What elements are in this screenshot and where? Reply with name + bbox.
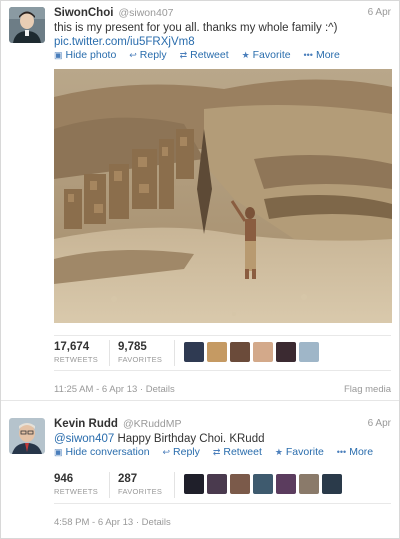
flag-media-link[interactable]: Flag media [344, 384, 391, 395]
retweet-icon: ⇄ [179, 50, 188, 60]
avatar[interactable] [253, 474, 273, 494]
reply-button[interactable]: ↩ Reply [162, 446, 199, 458]
retweets-count: 946 [54, 473, 74, 485]
hide-photo-label: Hide photo [65, 49, 117, 61]
avatar[interactable] [230, 474, 250, 494]
hide-conversation-label: Hide conversation [65, 446, 150, 458]
ellipsis-icon: ••• [303, 50, 313, 60]
author-name[interactable]: SiwonChoi [54, 7, 113, 19]
avatar[interactable] [276, 474, 296, 494]
avatar[interactable] [184, 474, 204, 494]
tweet-date[interactable]: 6 Apr [368, 7, 391, 18]
reply-arrow-icon: ↩ [162, 447, 171, 457]
retweets-stat[interactable]: 17,674 RETWEETS [54, 341, 98, 364]
details-link[interactable]: Details [142, 517, 171, 528]
retweets-count: 17,674 [54, 341, 90, 353]
tweet-kevinrudd[interactable]: Kevin Rudd @KRuddMP 6 Apr @siwon407 Happ… [1, 406, 399, 538]
retweet-label: Retweet [190, 49, 229, 61]
retweets-label: RETWEETS [54, 355, 99, 364]
retweet-button[interactable]: ⇄ Retweet [180, 49, 229, 61]
tweet-header: Kevin Rudd @KRuddMP 6 Apr [54, 418, 391, 432]
tweet-actions: ▣ Hide conversation ↩ Reply ⇄ Retweet ★ Favo… [54, 446, 391, 459]
tweet-text: this is my present for you all. thanks m… [54, 21, 391, 49]
retweets-label: RETWEETS [54, 487, 99, 496]
author-handle[interactable]: @siwon407 [118, 7, 173, 19]
avatar[interactable] [184, 342, 204, 362]
tweet-stats: 946 RETWEETS 287 FAVORITES [54, 468, 391, 504]
favorite-button[interactable]: ★ Favorite [242, 49, 291, 61]
tweet-body: this is my present for you all. thanks m… [54, 22, 338, 34]
star-icon: ★ [274, 447, 283, 457]
stat-divider [174, 340, 175, 366]
favorites-count: 287 [118, 473, 138, 485]
tweet-body: Happy Birthday Choi. KRudd [114, 433, 265, 445]
avatar[interactable] [276, 342, 296, 362]
more-label: More [315, 49, 340, 61]
stat-divider [109, 340, 110, 366]
conversation-icon: ▣ [54, 447, 63, 457]
avatar[interactable] [299, 474, 319, 494]
retweet-label: Retweet [223, 446, 262, 458]
reply-label: Reply [139, 49, 167, 61]
retweet-icon: ⇄ [212, 447, 221, 457]
tweet-siwonchoi[interactable]: SiwonChoi @siwon407 6 Apr this is my pre… [1, 1, 399, 401]
hide-photo-button[interactable]: ▣ Hide photo [54, 49, 116, 61]
avatar[interactable] [299, 342, 319, 362]
tweet-header: SiwonChoi @siwon407 6 Apr [54, 7, 391, 21]
reply-arrow-icon: ↩ [129, 50, 137, 60]
author-handle[interactable]: @KRuddMP [123, 418, 182, 430]
reply-button[interactable]: ↩ Reply [129, 49, 166, 61]
mention-link[interactable]: @siwon407 [54, 433, 114, 445]
favorites-label: FAVORITES [118, 355, 163, 364]
more-label: More [349, 446, 374, 458]
stat-divider [174, 472, 175, 498]
retweets-stat[interactable]: 946 RETWEETS [54, 473, 98, 496]
avatar[interactable] [207, 342, 227, 362]
details-link[interactable]: Details [146, 384, 175, 395]
tweet-text: @siwon407 Happy Birthday Choi. KRudd [54, 432, 391, 446]
favorite-button[interactable]: ★ Favorite [275, 446, 324, 458]
reply-label: Reply [173, 446, 200, 458]
tweet-footer: 4:58 PM - 6 Apr 13 · Details [54, 517, 171, 528]
stat-divider [109, 472, 110, 498]
favorites-stat[interactable]: 9,785 FAVORITES [118, 341, 162, 364]
favorites-label: FAVORITES [118, 487, 163, 496]
avatar[interactable] [230, 342, 250, 362]
avatar[interactable] [9, 418, 45, 454]
tweet-footer: 11:25 AM - 6 Apr 13 · Details Flag media [54, 384, 391, 395]
avatar[interactable] [9, 7, 45, 43]
tweet-stream: SiwonChoi @siwon407 6 Apr this is my pre… [0, 0, 400, 539]
avatar[interactable] [207, 474, 227, 494]
author-name[interactable]: Kevin Rudd [54, 418, 118, 430]
favorites-count: 9,785 [118, 341, 147, 353]
favorites-stat[interactable]: 287 FAVORITES [118, 473, 162, 496]
avatar[interactable] [253, 342, 273, 362]
retweet-button[interactable]: ⇄ Retweet [213, 446, 262, 458]
photo-link[interactable]: pic.twitter.com/iu5FRXjVm8 [54, 35, 391, 49]
avatar[interactable] [322, 474, 342, 494]
tweet-actions: ▣ Hide photo ↩ Reply ⇄ Retweet ★ Favorite ••… [54, 49, 391, 62]
more-button[interactable]: ••• More [304, 49, 340, 61]
more-button[interactable]: ••• More [337, 446, 373, 458]
favorite-label: Favorite [285, 446, 324, 458]
star-icon: ★ [241, 50, 250, 60]
hide-conversation-button[interactable]: ▣ Hide conversation [54, 446, 150, 458]
ellipsis-icon: ••• [336, 447, 347, 457]
image-icon: ▣ [54, 50, 63, 60]
tweet-timestamp[interactable]: 11:25 AM - 6 Apr 13 [54, 384, 137, 395]
tweet-photo[interactable] [54, 69, 392, 323]
tweet-stats: 17,674 RETWEETS 9,785 FAVORITES [54, 335, 391, 371]
tweet-date[interactable]: 6 Apr [368, 418, 391, 429]
tweet-timestamp[interactable]: 4:58 PM - 6 Apr 13 [54, 517, 133, 528]
favorite-label: Favorite [252, 49, 291, 61]
